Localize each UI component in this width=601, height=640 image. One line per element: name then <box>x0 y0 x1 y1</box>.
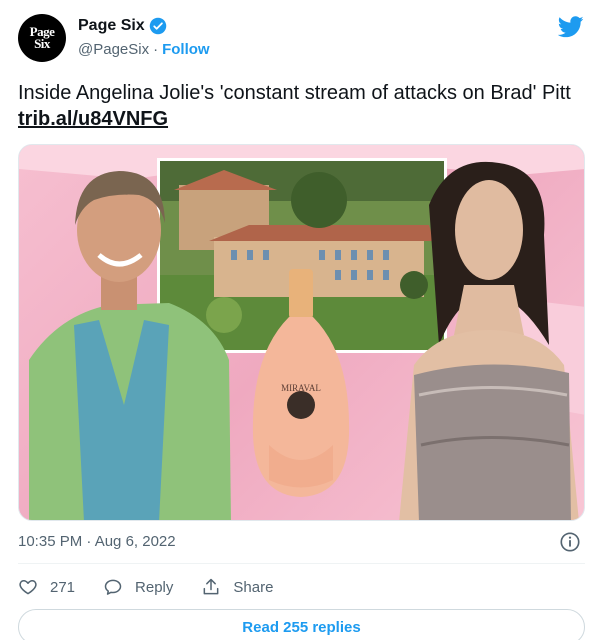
tweet-link[interactable]: trib.al/u84VNFG <box>18 108 168 130</box>
avatar[interactable]: Page Six <box>18 14 66 62</box>
tweet-actions: 271 Reply Share <box>18 574 301 600</box>
reply-button[interactable]: Reply <box>103 577 173 597</box>
follow-button[interactable]: Follow <box>162 41 210 58</box>
tweet-header: Page Six Page Six @PageSix · Follow <box>18 14 584 62</box>
twitter-bird-icon[interactable] <box>558 16 584 38</box>
tweet-text: Inside Angelina Jolie's 'constant stream… <box>18 80 590 132</box>
handle-row: @PageSix · Follow <box>78 41 210 58</box>
like-button[interactable]: 271 <box>18 577 75 597</box>
divider <box>18 563 585 564</box>
reply-icon <box>104 579 122 595</box>
read-replies-button[interactable]: Read 255 replies <box>18 609 585 640</box>
handle[interactable]: @PageSix <box>78 41 149 58</box>
like-count: 271 <box>50 578 76 596</box>
name-row: Page Six <box>78 17 167 35</box>
heart-icon <box>19 580 37 595</box>
share-icon <box>203 578 219 595</box>
info-icon[interactable] <box>559 531 581 553</box>
avatar-text-bottom: Six <box>34 36 50 51</box>
display-name[interactable]: Page Six <box>78 17 145 35</box>
tweet-media[interactable]: MIRAVAL <box>18 144 585 521</box>
svg-text:MIRAVAL: MIRAVAL <box>281 383 321 393</box>
share-label: Share <box>233 578 274 596</box>
handle-separator: · <box>153 41 159 58</box>
media-illustration: MIRAVAL <box>29 158 579 520</box>
tweet-body: Inside Angelina Jolie's 'constant stream… <box>18 82 571 104</box>
reply-label: Reply <box>135 578 174 596</box>
tweet-timestamp[interactable]: 10:35 PM · Aug 6, 2022 <box>18 533 176 550</box>
verified-badge-icon <box>149 17 166 35</box>
share-button[interactable]: Share <box>201 577 273 597</box>
